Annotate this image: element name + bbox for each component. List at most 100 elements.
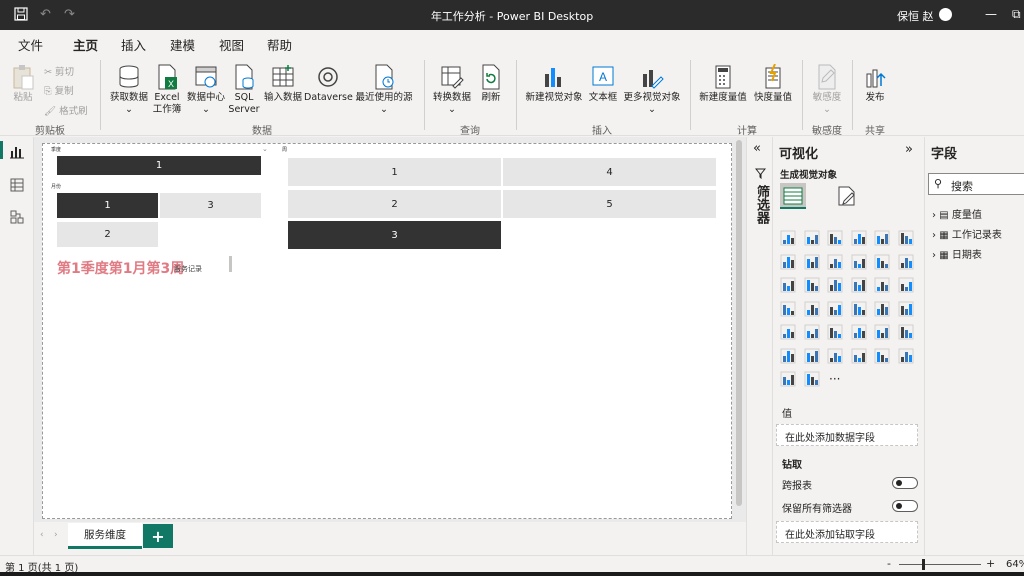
enter-data-button[interactable]: 输入数据 xyxy=(262,64,304,104)
month-slicer-item[interactable]: 1 xyxy=(57,193,158,218)
chevron-right-icon[interactable]: » xyxy=(905,142,913,157)
kpi-icon[interactable] xyxy=(898,301,914,317)
week-slicer-item[interactable]: 5 xyxy=(503,190,716,218)
add-page-button[interactable]: + xyxy=(143,524,173,548)
copy-button[interactable]: ⎘ 复制 xyxy=(44,83,74,97)
table-icon[interactable] xyxy=(804,324,820,340)
dataverse-button[interactable]: Dataverse xyxy=(304,64,353,104)
tab-help[interactable]: 帮助 xyxy=(267,35,292,54)
values-drop-well[interactable]: 在此处添加数据字段 xyxy=(776,424,918,446)
matrix-icon[interactable] xyxy=(827,324,843,340)
more-visuals-button[interactable]: 更多视觉对象 ⌄ xyxy=(620,64,684,116)
chevron-down-icon[interactable]: ⌄ xyxy=(262,145,268,153)
restore-icon[interactable]: ⧉ xyxy=(1012,7,1021,22)
card-icon[interactable] xyxy=(851,301,867,317)
zoom-level[interactable]: 64% xyxy=(1006,559,1024,570)
new-measure-button[interactable]: 新建度量值 xyxy=(696,64,750,104)
zoom-out-button[interactable]: - xyxy=(887,557,891,570)
paginated-report-icon[interactable] xyxy=(874,348,890,364)
treemap-icon[interactable] xyxy=(898,277,914,293)
format-visual-icon[interactable] xyxy=(836,185,858,207)
page-tab[interactable]: 服务维度 xyxy=(68,523,142,549)
gauge-icon[interactable] xyxy=(827,301,843,317)
recent-sources-button[interactable]: 最近使用的源 ⌄ xyxy=(352,64,416,116)
service-record-label[interactable]: 服务记录 xyxy=(174,264,202,274)
line-clustered-icon[interactable] xyxy=(874,254,890,270)
week-slicer-item[interactable]: 1 xyxy=(288,158,501,186)
field-table-work-records[interactable]: › ▦ 工作记录表 xyxy=(932,226,1002,241)
100-bar-icon[interactable] xyxy=(874,230,890,246)
key-influencers-icon[interactable] xyxy=(898,324,914,340)
zoom-slider[interactable] xyxy=(899,564,981,565)
chevron-left-icon[interactable]: « xyxy=(753,141,761,156)
resize-handle[interactable] xyxy=(229,256,232,272)
month-slicer-item[interactable]: 3 xyxy=(160,193,261,218)
format-painter-button[interactable]: 🖌 格式刷 xyxy=(44,103,88,117)
cut-button[interactable]: ✂ 剪切 xyxy=(44,64,74,78)
report-view-icon[interactable] xyxy=(10,145,24,159)
publish-button[interactable]: 发布 xyxy=(858,64,892,104)
week-slicer-item[interactable]: 2 xyxy=(288,190,501,218)
week-slicer-item[interactable]: 3 xyxy=(288,221,501,249)
r-visual-icon[interactable] xyxy=(851,324,867,340)
line-column-icon[interactable] xyxy=(851,254,867,270)
donut-icon[interactable] xyxy=(874,277,890,293)
refresh-button[interactable]: 刷新 xyxy=(478,64,504,104)
zoom-in-button[interactable]: + xyxy=(986,557,995,570)
sensitivity-button[interactable]: 敏感度 ⌄ xyxy=(808,64,846,116)
get-data-button[interactable]: 获取数据 ⌄ xyxy=(106,64,152,116)
python-visual-icon[interactable] xyxy=(874,324,890,340)
build-visual-tab[interactable] xyxy=(780,183,806,209)
stacked-area-icon[interactable] xyxy=(827,254,843,270)
slicer-icon[interactable] xyxy=(780,324,796,340)
100-column-icon[interactable] xyxy=(898,230,914,246)
sql-server-button[interactable]: SQL Server xyxy=(228,64,260,116)
tab-modeling[interactable]: 建模 xyxy=(170,35,195,54)
week-slicer-item[interactable]: 4 xyxy=(503,158,716,186)
scatter-icon[interactable] xyxy=(827,277,843,293)
line-chart-icon[interactable] xyxy=(780,254,796,270)
filled-map-icon[interactable] xyxy=(804,301,820,317)
field-search-input[interactable]: ⚲ 搜索 xyxy=(928,173,1024,195)
clustered-bar-icon[interactable] xyxy=(827,230,843,246)
model-view-icon[interactable] xyxy=(10,210,24,224)
keep-filters-toggle[interactable] xyxy=(892,500,918,512)
field-table-measures[interactable]: › ▤ 度量值 xyxy=(932,206,982,221)
power-automate-icon[interactable] xyxy=(780,371,796,387)
zoom-slider-thumb[interactable] xyxy=(922,559,925,570)
waterfall-icon[interactable] xyxy=(780,277,796,293)
multi-row-card-icon[interactable] xyxy=(874,301,890,317)
stacked-bar-icon[interactable] xyxy=(780,230,796,246)
ribbon-chart-icon[interactable] xyxy=(898,254,914,270)
minimize-icon[interactable]: — xyxy=(985,7,997,21)
power-apps-icon[interactable] xyxy=(898,348,914,364)
decomposition-tree-icon[interactable] xyxy=(780,348,796,364)
chevron-left-icon[interactable]: ‹ xyxy=(40,530,44,540)
month-slicer-item[interactable]: 2 xyxy=(57,222,158,247)
more-visuals-icon[interactable]: ··· xyxy=(829,372,840,386)
paste-button[interactable]: 粘贴 xyxy=(10,64,36,104)
clustered-column-icon[interactable] xyxy=(851,230,867,246)
period-title[interactable]: 第1季度第1月第3周 xyxy=(57,258,184,278)
tab-home[interactable]: 主页 xyxy=(71,35,100,60)
pie-icon[interactable] xyxy=(851,277,867,293)
funnel-icon[interactable] xyxy=(804,277,820,293)
field-table-date[interactable]: › ▦ 日期表 xyxy=(932,246,982,261)
chevron-right-icon[interactable]: › xyxy=(54,530,58,540)
new-visual-button[interactable]: 新建视觉对象 xyxy=(522,64,586,104)
smart-narrative-icon[interactable] xyxy=(827,348,843,364)
tab-view[interactable]: 视图 xyxy=(219,35,244,54)
area-chart-icon[interactable] xyxy=(804,254,820,270)
tab-file[interactable]: 文件 xyxy=(18,35,43,54)
data-view-icon[interactable] xyxy=(10,178,24,192)
quick-measure-button[interactable]: 快度量值 xyxy=(750,64,796,104)
data-hub-button[interactable]: 数据中心 ⌄ xyxy=(184,64,228,116)
get-more-visuals-icon[interactable] xyxy=(804,371,820,387)
canvas-scrollbar[interactable] xyxy=(736,140,742,506)
text-box-button[interactable]: A 文本框 xyxy=(586,64,620,104)
avatar[interactable] xyxy=(939,8,952,21)
excel-workbook-button[interactable]: X Excel 工作簿 xyxy=(152,64,182,116)
cross-report-toggle[interactable] xyxy=(892,477,918,489)
map-icon[interactable] xyxy=(780,301,796,317)
qna-icon[interactable] xyxy=(804,348,820,364)
